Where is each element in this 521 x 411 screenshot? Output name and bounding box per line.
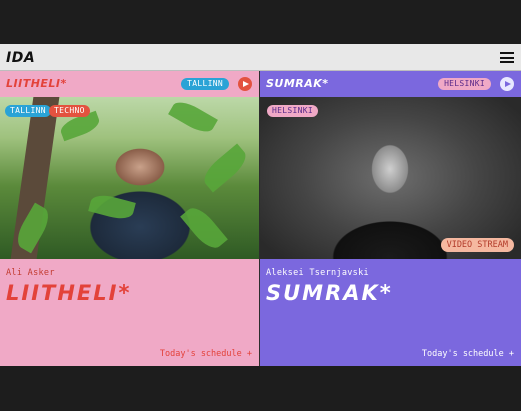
leaf — [198, 143, 252, 193]
play-icon[interactable] — [500, 77, 514, 91]
station-name: SUMRAK* — [266, 77, 329, 90]
station-name: LIITHELI* — [6, 77, 67, 90]
schedule-link[interactable]: Today's schedule + — [422, 349, 514, 359]
schedule-link[interactable]: Today's schedule + — [160, 349, 252, 359]
channel-panel-liitheli: LIITHELI* TALLINN TALLINN TECHNO Ali Ask… — [0, 71, 259, 366]
hamburger-icon[interactable] — [500, 52, 514, 63]
show-title: LIITHELI* — [6, 281, 132, 305]
show-title: SUMRAK* — [266, 281, 393, 305]
channel-header: LIITHELI* TALLINN — [0, 71, 259, 97]
video-stream-frame[interactable]: HELSINKI VIDEO STREAM — [260, 97, 521, 259]
tag-city[interactable]: HELSINKI — [267, 105, 318, 117]
show-photo: TALLINN TECHNO — [0, 97, 259, 259]
leaf — [88, 191, 136, 223]
leaf — [180, 202, 228, 254]
artist-name: Aleksei Tsernjavski — [266, 268, 369, 278]
channel-panel-sumrak: SUMRAK* HELSINKI HELSINKI VIDEO STREAM A… — [260, 71, 521, 366]
leaf — [168, 97, 218, 138]
ida-logo[interactable]: IDA — [6, 50, 35, 66]
video-stream-badge: VIDEO STREAM — [440, 238, 514, 252]
city-badge: HELSINKI — [438, 78, 491, 90]
city-badge: TALLINN — [181, 78, 229, 90]
play-icon[interactable] — [238, 77, 252, 91]
channel-header: SUMRAK* HELSINKI — [260, 71, 521, 97]
tag-city[interactable]: TALLINN — [5, 105, 51, 117]
artist-name: Ali Asker — [6, 268, 55, 278]
tag-genre[interactable]: TECHNO — [49, 105, 90, 117]
top-bar: IDA — [0, 44, 521, 71]
